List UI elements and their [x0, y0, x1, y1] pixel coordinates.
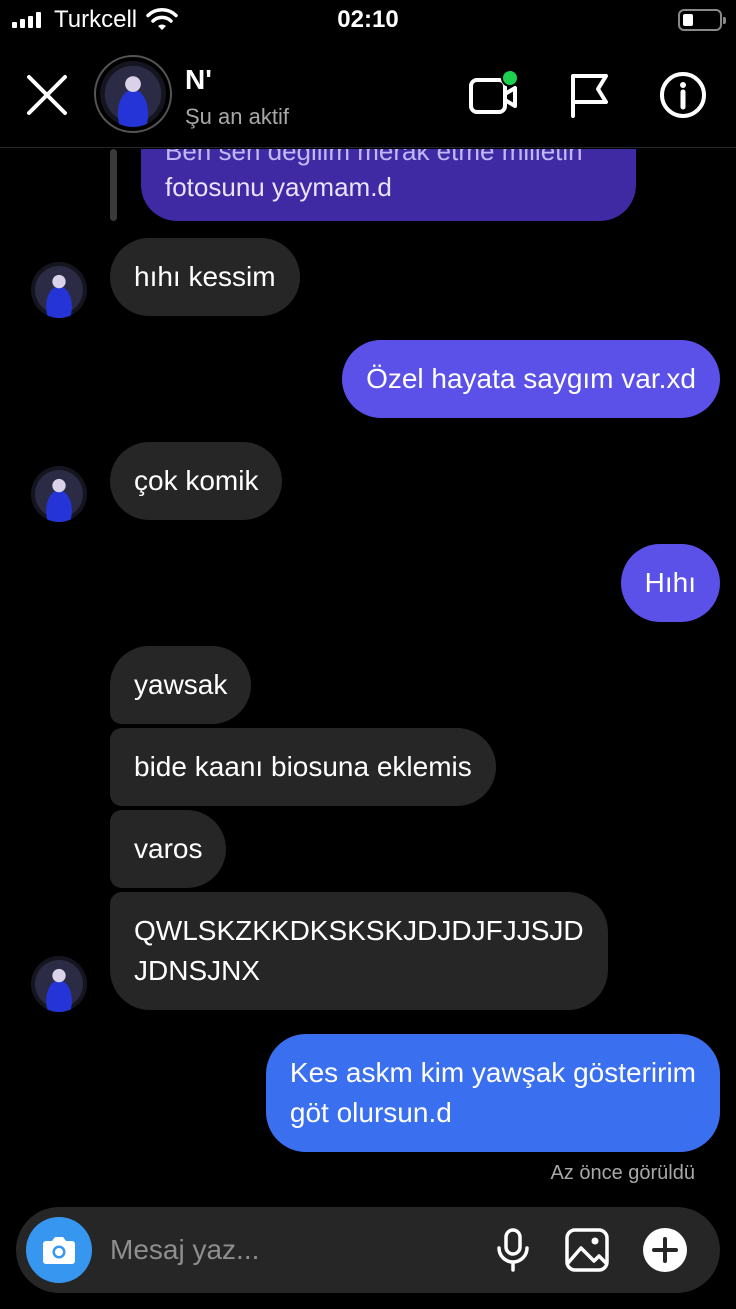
flag-icon[interactable] [566, 70, 616, 120]
seen-receipt: Az önce görüldü [550, 1162, 695, 1184]
message-bubble[interactable]: Kes askm kim yawşak gösteririm göt olurs… [265, 1034, 720, 1152]
sender-avatar[interactable] [31, 956, 87, 1012]
camera-button[interactable] [26, 1217, 92, 1283]
sender-avatar[interactable] [31, 466, 87, 522]
message-input[interactable] [110, 1229, 470, 1271]
reply-indicator [110, 149, 117, 221]
message-bubble[interactable]: Özel hayata saygım var.xd [342, 340, 720, 418]
close-icon[interactable] [24, 72, 70, 118]
message-bubble[interactable]: hıhı kessim [110, 238, 300, 316]
camera-icon [43, 1237, 75, 1264]
message-bubble[interactable]: çok komik [110, 442, 283, 520]
quoted-line-2: fotosunu yaymam.d [165, 172, 392, 202]
message-line: QWLSKZKKDKSKSKJDJDJFJJSJD [134, 915, 584, 946]
message-composer [16, 1207, 720, 1293]
message-bubble[interactable]: varos [110, 810, 227, 888]
message-bubble[interactable]: QWLSKZKKDKSKSKJDJDJFJJSJD JDNSJNX [110, 892, 608, 1010]
video-call-icon[interactable] [468, 70, 518, 120]
active-status: Şu an aktif [185, 104, 289, 129]
message-line: Kes askm kim yawşak gösteririm [289, 1057, 696, 1088]
plus-icon[interactable] [642, 1227, 688, 1273]
gallery-icon[interactable] [564, 1227, 610, 1273]
info-icon[interactable] [658, 70, 708, 120]
message-list[interactable]: Ben sen değilim merak etme milletin foto… [0, 149, 736, 1201]
status-bar: Turkcell 02:10 [0, 0, 736, 44]
clock: 02:10 [337, 6, 399, 33]
message-bubble[interactable]: Hıhı [620, 544, 720, 622]
battery-icon [678, 9, 726, 31]
contact-name[interactable]: N' [185, 64, 212, 96]
message-bubble[interactable]: bide kaanı biosuna eklemis [110, 728, 496, 806]
quoted-line-1: Ben sen değilim merak etme milletin [165, 149, 583, 166]
avatar[interactable] [94, 55, 172, 133]
sender-avatar[interactable] [31, 262, 87, 318]
message-line: JDNSJNX [134, 955, 261, 986]
message-bubble[interactable]: yawsak [110, 646, 252, 724]
quoted-message[interactable]: Ben sen değilim merak etme milletin foto… [141, 149, 636, 221]
microphone-icon[interactable] [490, 1227, 536, 1273]
message-line: göt olursun.d [289, 1097, 452, 1128]
chat-header: N' Şu an aktif [0, 44, 736, 148]
